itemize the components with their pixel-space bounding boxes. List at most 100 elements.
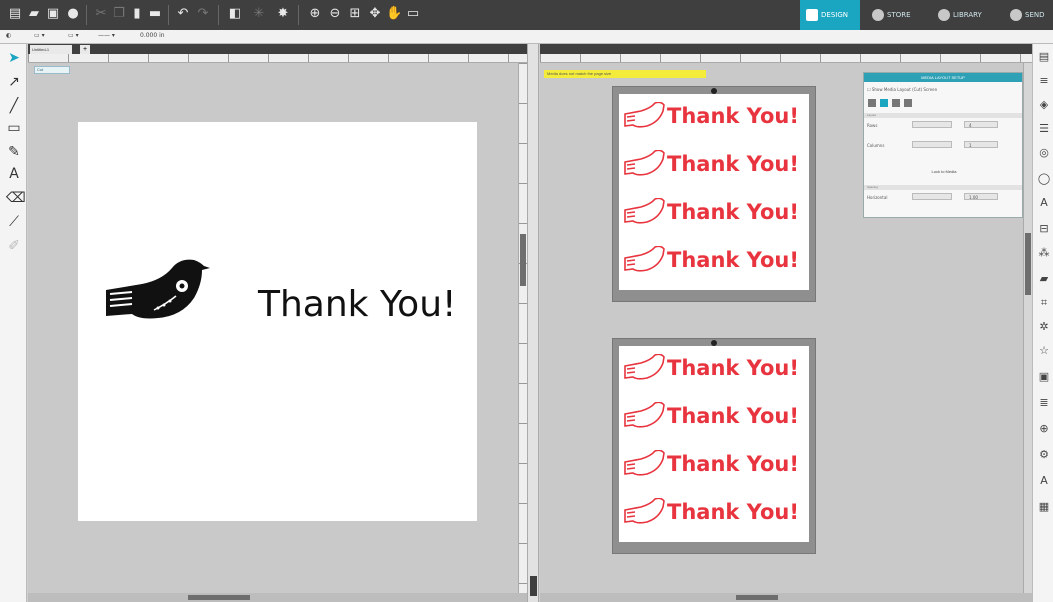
line-style-dropdown[interactable]: ▭ ▾ [68, 32, 79, 39]
replicate-icon[interactable]: ⁂ [1037, 246, 1051, 260]
zoom-out-icon[interactable]: ⊖ [328, 7, 342, 21]
lock-to-media-button[interactable]: Lock to Media [904, 167, 984, 176]
columns-slider[interactable] [912, 141, 952, 148]
splitter-grip[interactable] [530, 576, 537, 596]
deselect-icon[interactable]: ✳ [252, 7, 266, 21]
select-arrow-icon[interactable]: ➤ [6, 50, 22, 66]
tile[interactable]: Thank You! [623, 446, 807, 486]
trash-icon[interactable]: ▬ [148, 7, 162, 21]
save-icon[interactable]: ▣ [46, 7, 60, 21]
fill-pattern-icon[interactable]: ◈ [1037, 98, 1051, 112]
design-page[interactable]: Thank You! [78, 122, 477, 521]
line-style-icon[interactable]: ☰ [1037, 122, 1051, 136]
grid-panel-icon[interactable]: ▦ [1037, 500, 1051, 514]
top-toolbar: ▤ ▰ ▣ ● ✂ ❐ ▮ ▬ ↶ ↷ ◧ ✳ ✸ ⊕ ⊖ ⊞ ✥ ✋ ▭ DE… [0, 0, 1053, 30]
paste-icon[interactable]: ▮ [130, 7, 144, 21]
layers-icon[interactable]: ≣ [1037, 396, 1051, 410]
document-tab-bar: Untitled-1 + [28, 44, 527, 54]
point-edit-icon[interactable]: ↗ [6, 74, 22, 90]
eraser-tool-icon[interactable]: ⌫ [6, 190, 26, 206]
trace-icon[interactable]: ✲ [1037, 320, 1051, 334]
fill-swatch-icon[interactable]: ◐ [6, 32, 11, 39]
pan-hand-icon[interactable]: ✋ [386, 7, 402, 21]
bird-icon[interactable] [102, 258, 212, 328]
fill-icon[interactable]: ≡ [1037, 74, 1051, 88]
tile[interactable]: Thank You! [623, 398, 807, 438]
media-horizontal-scroll-thumb[interactable] [736, 595, 778, 600]
page-setup-icon[interactable]: ▤ [1037, 50, 1051, 64]
media-horizontal-scrollbar[interactable] [540, 593, 1032, 602]
horizontal-field[interactable]: 1.00 [964, 193, 998, 200]
tab-library[interactable]: LIBRARY [934, 0, 996, 30]
undo-icon[interactable]: ↶ [176, 7, 190, 21]
bird-outline-icon [624, 354, 665, 380]
move-icon[interactable]: ✥ [368, 7, 382, 21]
pen-tool-icon[interactable]: ✐ [6, 238, 22, 254]
columns-field[interactable]: 1 [964, 141, 998, 148]
text-tool-icon[interactable]: A [6, 166, 22, 182]
settings-icon[interactable]: ✸ [276, 7, 290, 21]
rows-slider[interactable] [912, 121, 952, 128]
add-tab-icon[interactable]: + [80, 45, 90, 54]
add-icon[interactable] [904, 99, 912, 107]
tile[interactable]: Thank You! [623, 242, 807, 282]
bird-outline-icon [624, 402, 665, 428]
new-file-icon[interactable]: ▤ [8, 7, 22, 21]
print-icon[interactable]: ● [66, 7, 80, 21]
tab-store[interactable]: STORE [868, 0, 930, 30]
transform-icon[interactable]: ▰ [1037, 272, 1051, 286]
globe-icon[interactable]: ⊕ [1037, 422, 1051, 436]
media-sheet-1[interactable]: Thank You! Thank You! Thank You! Thank Y… [612, 86, 816, 302]
spacing-section: Spacing [864, 185, 1022, 190]
tab-design[interactable]: DESIGN [800, 0, 860, 30]
tile[interactable]: Thank You! [623, 194, 807, 234]
shape-icon[interactable]: ◯ [1037, 172, 1051, 186]
copy-icon[interactable]: ❐ [112, 7, 126, 21]
tile[interactable]: Thank You! [623, 98, 807, 138]
tile[interactable]: Thank You! [623, 350, 807, 390]
text-style-icon[interactable]: ◎ [1037, 146, 1051, 160]
pencil-tool-icon[interactable]: ✎ [6, 144, 22, 160]
horizontal-scrollbar[interactable] [28, 593, 527, 602]
left-toolbar: ➤ ↗ ╱ ▭ ✎ A ⌫ ⟋ ✐ [0, 44, 27, 602]
select-all-icon[interactable]: ◧ [228, 7, 242, 21]
library-icon[interactable]: ▣ [1037, 370, 1051, 384]
thank-you-text[interactable]: Thank You! [258, 284, 456, 325]
line-color-dropdown[interactable]: ▭ ▾ [34, 32, 45, 39]
knife-tool-icon[interactable]: ⟋ [6, 214, 22, 230]
page-icon[interactable] [868, 99, 876, 107]
fit-page-icon[interactable]: ▭ [406, 7, 420, 21]
rectangle-tool-icon[interactable]: ▭ [6, 120, 22, 136]
text-panel-icon[interactable]: A [1037, 474, 1051, 488]
open-folder-icon[interactable]: ▰ [27, 7, 41, 21]
line-width-dropdown[interactable]: —— ▾ [98, 32, 115, 39]
font-icon[interactable]: A [1037, 196, 1051, 210]
redo-icon[interactable]: ↷ [196, 7, 210, 21]
vertical-scroll-thumb[interactable] [520, 234, 526, 286]
show-media-layout-option[interactable]: ☐ Show Media Layout (Cut) Screen [867, 87, 937, 92]
zoom-in-icon[interactable]: ⊕ [308, 7, 322, 21]
zoom-select-icon[interactable]: ⊞ [348, 7, 362, 21]
rows-field[interactable]: 4 [964, 121, 998, 128]
horizontal-scroll-thumb[interactable] [188, 595, 250, 600]
tab-send[interactable]: SEND [1006, 0, 1053, 30]
send-settings-icon[interactable]: ⚙ [1037, 448, 1051, 462]
store-icon [872, 9, 884, 21]
line-value[interactable]: 0.000 in [140, 32, 165, 39]
vertical-ruler [518, 63, 527, 593]
horizontal-slider[interactable] [912, 193, 952, 200]
cut-icon[interactable]: ✂ [94, 7, 108, 21]
offset-icon[interactable]: ⌗ [1037, 296, 1051, 310]
align-icon[interactable]: ⊟ [1037, 222, 1051, 236]
media-sheet-2[interactable]: Thank You! Thank You! Thank You! Thank Y… [612, 338, 816, 554]
star-icon[interactable]: ☆ [1037, 344, 1051, 358]
document-tab[interactable]: Untitled-1 [30, 45, 72, 54]
tile[interactable]: Thank You! [623, 494, 807, 534]
line-tool-icon[interactable]: ╱ [6, 98, 22, 114]
media-vertical-scroll-thumb[interactable] [1025, 233, 1031, 295]
tile[interactable]: Thank You! [623, 146, 807, 186]
media-icon[interactable] [892, 99, 900, 107]
pane-splitter[interactable] [527, 44, 539, 602]
media-vertical-scrollbar[interactable] [1023, 63, 1032, 593]
layout-grid-icon[interactable] [880, 99, 888, 107]
